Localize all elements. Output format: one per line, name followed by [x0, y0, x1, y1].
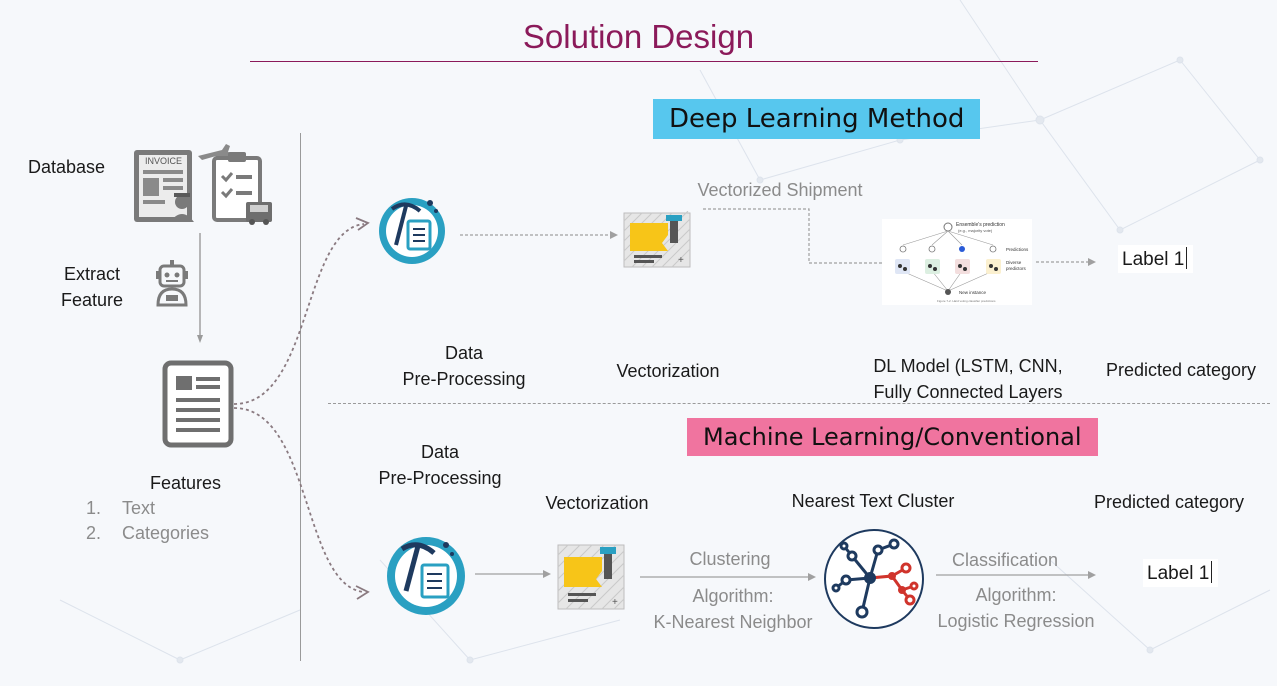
database-to-features-arrow	[197, 233, 203, 343]
ml-method-banner: Machine Learning/Conventional	[687, 418, 1098, 456]
vectorize-icon: +	[557, 544, 625, 610]
title-underline	[250, 61, 1038, 62]
ml-predicted-category-label: Predicted category	[1093, 492, 1245, 512]
ml-vectorization-label: Vectorization	[545, 493, 649, 513]
list-item: 1. Text	[86, 498, 156, 518]
vectorize-icon: +	[623, 211, 691, 268]
robot-icon	[156, 260, 188, 307]
svg-text:+: +	[612, 597, 618, 608]
list-item: 2. Categories	[86, 523, 210, 543]
data-mining-icon	[379, 198, 445, 264]
nearest-cluster-label: Nearest Text Cluster	[791, 491, 955, 511]
dl-preprocessing-label: Data Pre-Processing	[402, 343, 526, 389]
svg-text:+: +	[678, 255, 684, 266]
knn-algorithm-label: Algorithm: K-Nearest Neighbor	[653, 586, 813, 632]
dl-arrow-3	[1036, 258, 1096, 266]
dl-method-banner: Deep Learning Method	[653, 99, 981, 139]
cluster-network-icon	[824, 529, 924, 629]
svg-text:(e.g., majority vote): (e.g., majority vote)	[958, 228, 993, 233]
logistic-regression-label: Algorithm: Logistic Regression	[937, 585, 1095, 631]
dl-vectorization-label: Vectorization	[616, 361, 720, 381]
svg-text:INVOICE: INVOICE	[145, 156, 182, 166]
feature-list: 1. Text 2. Categories	[86, 496, 209, 546]
dl-predicted-category-label: Predicted category	[1105, 360, 1257, 380]
dl-output-label: Label 1	[1118, 245, 1194, 273]
svg-text:Diverse: Diverse	[1006, 260, 1022, 265]
features-label: Features	[150, 473, 222, 493]
vectorized-shipment-label: Vectorized Shipment	[697, 180, 863, 200]
clustering-label: Clustering	[689, 549, 771, 569]
svg-text:New instance: New instance	[959, 290, 987, 295]
dl-arrow-2	[703, 208, 893, 267]
section-divider	[328, 403, 1270, 404]
ml-arrow-1	[475, 570, 551, 578]
svg-text:Figure 7-2. Hard voting classi: Figure 7-2. Hard voting classifier predi…	[937, 299, 996, 303]
data-mining-icon	[387, 537, 465, 615]
ml-output-label: Label 1	[1143, 559, 1219, 587]
dl-arrow-1	[460, 231, 618, 239]
svg-text:Predictions: Predictions	[1006, 247, 1029, 252]
ml-arrow-2	[640, 573, 816, 581]
ensemble-diagram: Ensemble's prediction (e.g., majority vo…	[882, 219, 1032, 305]
ml-preprocessing-label: Data Pre-Processing	[378, 442, 502, 488]
feature-branch-arrows	[233, 217, 370, 600]
svg-text:predictors: predictors	[1006, 266, 1027, 271]
ml-arrow-3	[936, 571, 1096, 579]
page-title: Solution Design	[522, 18, 755, 55]
database-label: Database	[28, 157, 106, 177]
document-icon	[162, 360, 234, 448]
dl-model-label: DL Model (LSTM, CNN, Fully Connected Laye…	[873, 356, 1063, 402]
extract-feature-label: Extract Feature	[60, 264, 124, 310]
